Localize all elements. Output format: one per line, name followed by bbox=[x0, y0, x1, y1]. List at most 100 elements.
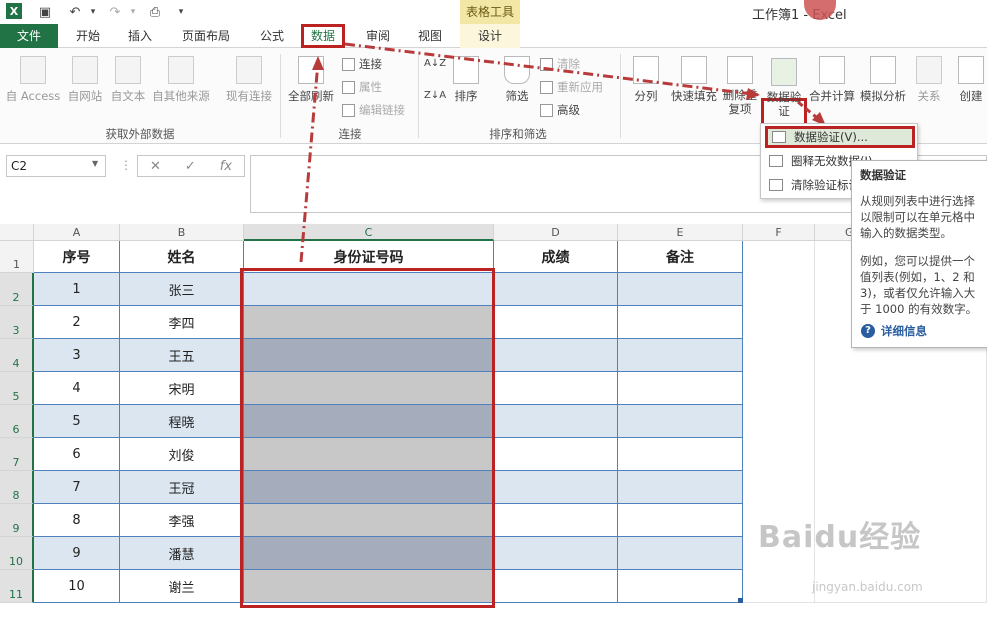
advanced-filter-button[interactable]: 高级 bbox=[540, 102, 580, 118]
row-header[interactable]: 8 bbox=[0, 471, 34, 504]
table-cell[interactable] bbox=[618, 570, 743, 603]
table-cell[interactable]: 1 bbox=[34, 273, 120, 306]
table-cell[interactable]: 3 bbox=[34, 339, 120, 372]
from-access-button[interactable]: 自 Access bbox=[4, 56, 62, 104]
properties-button[interactable]: 属性 bbox=[342, 79, 382, 95]
text-to-columns-button[interactable]: 分列 bbox=[628, 56, 664, 104]
insert-function-icon[interactable]: fx bbox=[220, 159, 232, 174]
select-all-corner[interactable] bbox=[0, 224, 34, 241]
table-cell[interactable]: 4 bbox=[34, 372, 120, 405]
table-cell[interactable]: 10 bbox=[34, 570, 120, 603]
clear-filter-button[interactable]: 清除 bbox=[540, 56, 580, 72]
tab-data[interactable]: 数据 bbox=[301, 24, 345, 48]
table-cell[interactable] bbox=[618, 438, 743, 471]
from-text-button[interactable]: 自文本 bbox=[108, 56, 148, 104]
undo-icon[interactable]: ↶ bbox=[66, 3, 84, 21]
table-cell[interactable] bbox=[618, 372, 743, 405]
table-cell[interactable]: 李四 bbox=[120, 306, 244, 339]
table-cell[interactable] bbox=[494, 405, 618, 438]
tab-page-layout[interactable]: 页面布局 bbox=[176, 24, 236, 48]
sort-button[interactable]: 排序 bbox=[450, 56, 482, 104]
what-if-analysis-button[interactable]: 模拟分析 bbox=[858, 56, 908, 104]
row-header[interactable]: 7 bbox=[0, 438, 34, 471]
row-header[interactable]: 3 bbox=[0, 306, 34, 339]
row-header[interactable]: 11 bbox=[0, 570, 34, 603]
table-cell[interactable] bbox=[618, 306, 743, 339]
edit-links-button[interactable]: 编辑链接 bbox=[342, 102, 405, 118]
table-cell[interactable]: 2 bbox=[34, 306, 120, 339]
table-cell[interactable]: 8 bbox=[34, 504, 120, 537]
enter-icon[interactable]: ✓ bbox=[185, 159, 196, 174]
redo-icon[interactable]: ↷ bbox=[106, 3, 124, 21]
column-header[interactable]: D bbox=[494, 224, 618, 241]
remove-duplicates-button[interactable]: 删除重复项 bbox=[720, 56, 760, 116]
cancel-icon[interactable]: ✕ bbox=[150, 159, 161, 174]
row-header[interactable]: 1 bbox=[0, 241, 34, 273]
header-cell[interactable]: 成绩 bbox=[494, 241, 618, 273]
table-cell[interactable]: 潘慧 bbox=[120, 537, 244, 570]
tab-view[interactable]: 视图 bbox=[410, 24, 450, 48]
table-cell[interactable] bbox=[618, 504, 743, 537]
row-header[interactable]: 6 bbox=[0, 405, 34, 438]
table-cell[interactable] bbox=[494, 537, 618, 570]
header-cell[interactable]: 备注 bbox=[618, 241, 743, 273]
table-cell[interactable] bbox=[618, 471, 743, 504]
table-cell[interactable]: 王冠 bbox=[120, 471, 244, 504]
reapply-button[interactable]: 重新应用 bbox=[540, 79, 603, 95]
header-cell[interactable]: 姓名 bbox=[120, 241, 244, 273]
table-cell[interactable]: 7 bbox=[34, 471, 120, 504]
table-cell[interactable] bbox=[618, 273, 743, 306]
from-other-sources-button[interactable]: 自其他来源 bbox=[148, 56, 214, 104]
table-cell[interactable] bbox=[494, 339, 618, 372]
table-cell[interactable] bbox=[494, 570, 618, 603]
table-cell[interactable]: 王五 bbox=[120, 339, 244, 372]
table-cell[interactable] bbox=[494, 438, 618, 471]
menu-item-data-validation[interactable]: 数据验证(V)... bbox=[765, 126, 915, 148]
table-cell[interactable] bbox=[494, 372, 618, 405]
column-header[interactable]: C bbox=[244, 224, 494, 241]
sort-za-button[interactable]: Z↓A bbox=[424, 90, 446, 101]
row-header[interactable]: 4 bbox=[0, 339, 34, 372]
customize-qat-icon[interactable]: ▾ bbox=[172, 3, 190, 21]
sort-az-button[interactable]: A↓Z bbox=[424, 58, 446, 69]
name-box-dropdown-icon[interactable]: ▼ bbox=[92, 159, 98, 168]
table-cell[interactable] bbox=[494, 504, 618, 537]
table-cell[interactable]: 9 bbox=[34, 537, 120, 570]
table-cell[interactable]: 程晓 bbox=[120, 405, 244, 438]
tab-formulas[interactable]: 公式 bbox=[252, 24, 292, 48]
table-cell[interactable] bbox=[494, 471, 618, 504]
column-header[interactable]: B bbox=[120, 224, 244, 241]
undo-dropdown-icon[interactable]: ▾ bbox=[84, 3, 102, 21]
table-cell[interactable] bbox=[494, 306, 618, 339]
tooltip-more-info[interactable]: ? 详细信息 bbox=[861, 323, 927, 339]
table-cell[interactable] bbox=[494, 273, 618, 306]
table-cell[interactable]: 宋明 bbox=[120, 372, 244, 405]
table-cell[interactable]: 6 bbox=[34, 438, 120, 471]
table-resize-handle[interactable] bbox=[738, 598, 743, 603]
row-header[interactable]: 5 bbox=[0, 372, 34, 405]
relationships-button[interactable]: 关系 bbox=[912, 56, 946, 104]
table-cell[interactable]: 谢兰 bbox=[120, 570, 244, 603]
create-group-button[interactable]: 创建 bbox=[956, 56, 986, 104]
header-cell[interactable]: 序号 bbox=[34, 241, 120, 273]
tab-insert[interactable]: 插入 bbox=[120, 24, 160, 48]
table-cell[interactable]: 刘俊 bbox=[120, 438, 244, 471]
row-header[interactable]: 10 bbox=[0, 537, 34, 570]
flash-fill-button[interactable]: 快速填充 bbox=[668, 56, 720, 104]
refresh-all-button[interactable]: 全部刷新 bbox=[286, 56, 336, 104]
existing-connections-button[interactable]: 现有连接 bbox=[222, 56, 276, 104]
redo-dropdown-icon[interactable]: ▾ bbox=[124, 3, 142, 21]
row-header[interactable]: 2 bbox=[0, 273, 34, 306]
data-validation-button[interactable]: 数据验证 bbox=[764, 58, 804, 118]
table-cell[interactable] bbox=[618, 339, 743, 372]
table-cell[interactable]: 5 bbox=[34, 405, 120, 438]
consolidate-button[interactable]: 合并计算 bbox=[808, 56, 856, 104]
table-cell[interactable] bbox=[618, 405, 743, 438]
filter-button[interactable]: 筛选 bbox=[500, 56, 534, 104]
table-cell[interactable] bbox=[618, 537, 743, 570]
tab-home[interactable]: 开始 bbox=[68, 24, 108, 48]
save-icon[interactable]: ▣ bbox=[36, 3, 54, 21]
name-box[interactable]: C2 bbox=[6, 155, 106, 177]
tab-file[interactable]: 文件 bbox=[0, 24, 58, 48]
from-web-button[interactable]: 自网站 bbox=[64, 56, 106, 104]
